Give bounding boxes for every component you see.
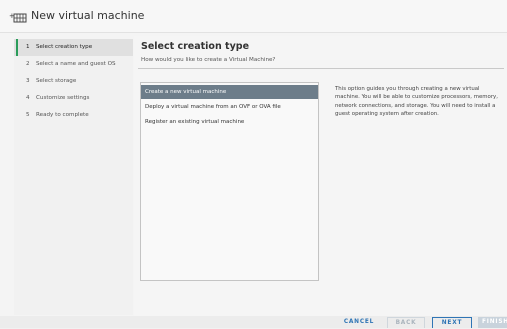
option-label: Create a new virtual machine — [145, 89, 227, 95]
finish-button[interactable]: FINISH — [478, 317, 507, 328]
step-select-name-and-guest-os[interactable]: 2 Select a name and guest OS — [14, 56, 133, 73]
step-select-creation-type[interactable]: 1 Select creation type — [14, 39, 133, 56]
step-number: 2 — [26, 61, 30, 67]
new-vm-icon: + — [9, 10, 29, 24]
back-button[interactable]: BACK — [387, 317, 425, 328]
option-label: Deploy a virtual machine from an OVF or … — [145, 104, 281, 110]
step-label: Ready to complete — [36, 112, 89, 118]
step-label: Select storage — [36, 78, 77, 84]
option-create-new-vm[interactable]: Create a new virtual machine — [141, 85, 318, 99]
step-label: Customize settings — [36, 95, 90, 101]
title-bar: + New virtual machine — [0, 0, 507, 33]
cancel-button[interactable]: CANCEL — [340, 317, 378, 328]
step-select-storage[interactable]: 3 Select storage — [14, 73, 133, 90]
step-ready-to-complete[interactable]: 5 Ready to complete — [14, 107, 133, 124]
option-description: This option guides you through creating … — [335, 86, 498, 117]
next-button[interactable]: NEXT — [432, 317, 472, 328]
step-number: 4 — [26, 95, 30, 101]
divider — [138, 68, 504, 69]
option-register-existing-vm[interactable]: Register an existing virtual machine — [141, 115, 318, 129]
option-label: Register an existing virtual machine — [145, 119, 245, 125]
page-subtitle: How would you like to create a Virtual M… — [141, 57, 276, 63]
step-customize-settings[interactable]: 4 Customize settings — [14, 90, 133, 107]
page-title: Select creation type — [141, 41, 250, 52]
wizard-steps: 1 Select creation type 2 Select a name a… — [14, 39, 133, 315]
creation-type-list: Create a new virtual machine Deploy a vi… — [140, 82, 319, 281]
new-vm-wizard: + New virtual machine 1 Select creation … — [0, 0, 507, 328]
step-number: 1 — [26, 44, 30, 50]
wizard-footer — [0, 316, 507, 328]
main-panel: Select creation type How would you like … — [134, 36, 507, 316]
option-deploy-from-ovf-ova[interactable]: Deploy a virtual machine from an OVF or … — [141, 100, 318, 114]
step-label: Select creation type — [36, 44, 93, 50]
step-label: Select a name and guest OS — [36, 61, 116, 67]
step-number: 3 — [26, 78, 30, 84]
step-number: 5 — [26, 112, 30, 118]
window-title: New virtual machine — [31, 9, 145, 22]
